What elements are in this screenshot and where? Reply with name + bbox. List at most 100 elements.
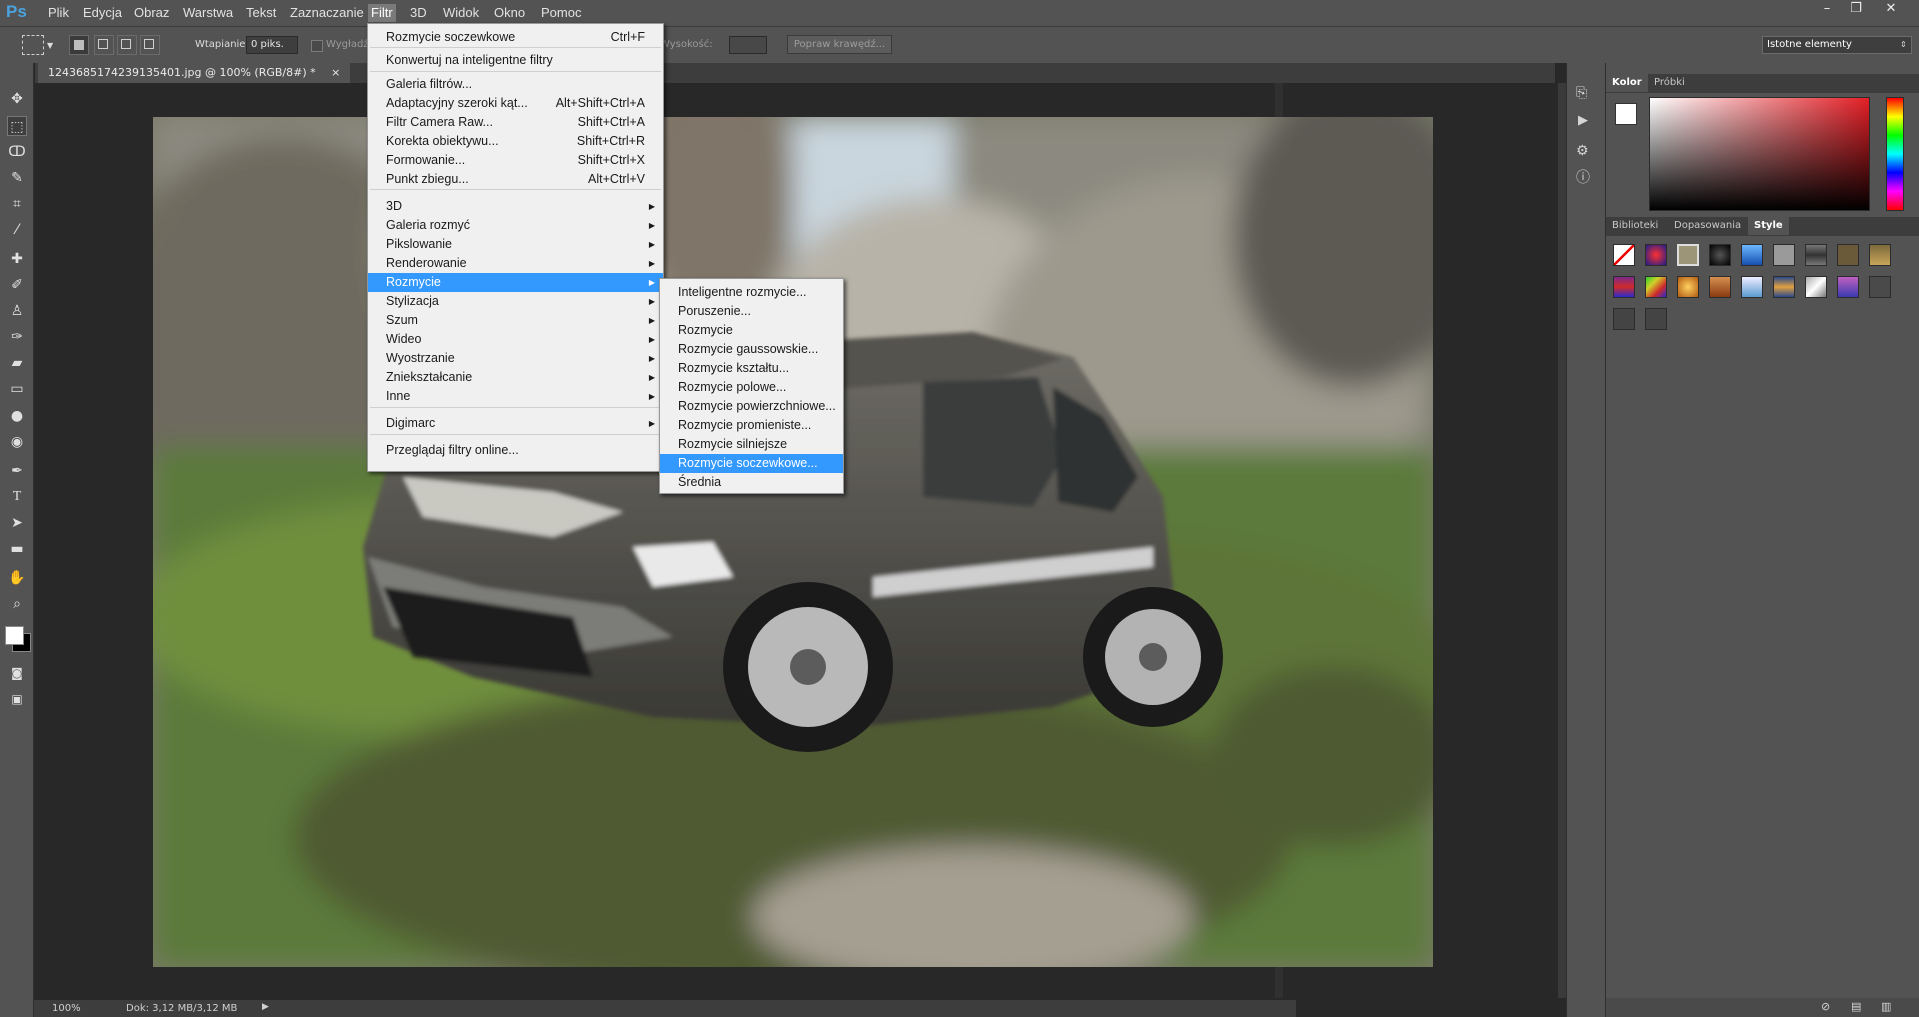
style-swatch[interactable] [1613, 244, 1635, 266]
workspace-select[interactable]: Istotne elementy [1762, 36, 1912, 54]
filter-menu-item[interactable]: Rozmycie ▶ [368, 273, 663, 292]
blur-menu-item[interactable]: Rozmycie promieniste... [660, 416, 843, 435]
style-swatch[interactable] [1645, 276, 1667, 298]
filter-menu-item[interactable]: Konwertuj na inteligentne filtry [368, 51, 663, 70]
move-tool-icon[interactable]: ✥ [7, 89, 27, 109]
filter-menu-item[interactable]: Szum ▶ [368, 311, 663, 330]
color-fg-swatch[interactable] [1615, 103, 1637, 125]
blur-menu-item[interactable]: Rozmycie silniejsze [660, 435, 843, 454]
eyedropper-tool-icon[interactable]: ⁄ [7, 220, 27, 240]
blur-menu-item[interactable]: Rozmycie [660, 321, 843, 340]
rectangle-tool-icon[interactable]: ▬ [7, 539, 27, 559]
brush-tool-icon[interactable]: ✐ [7, 275, 27, 295]
hue-slider[interactable] [1886, 97, 1904, 211]
style-swatch[interactable] [1741, 244, 1763, 266]
filter-menu-item[interactable]: Wideo ▶ [368, 330, 663, 349]
menu-file[interactable]: Plik [45, 4, 72, 22]
filter-menu-item[interactable]: Galeria rozmyć ▶ [368, 216, 663, 235]
actions-play-icon[interactable]: ▶ [1578, 113, 1588, 128]
style-swatch[interactable] [1837, 276, 1859, 298]
eraser-tool-icon[interactable]: ▰ [7, 353, 27, 373]
style-swatch[interactable] [1869, 244, 1891, 266]
blur-menu-item[interactable]: Rozmycie soczewkowe... [660, 454, 843, 473]
menu-3d[interactable]: 3D [407, 4, 430, 22]
history-brush-icon[interactable]: ✑ [7, 327, 27, 347]
style-swatch[interactable] [1837, 244, 1859, 266]
style-swatch[interactable] [1613, 308, 1635, 330]
crop-tool-icon[interactable]: ⌗ [7, 194, 27, 214]
feather-input[interactable]: 0 piks. [246, 36, 298, 54]
screen-mode-icon[interactable]: ▣ [7, 689, 27, 709]
blur-menu-item[interactable]: Poruszenie... [660, 302, 843, 321]
tab-color[interactable]: Kolor [1606, 74, 1648, 92]
dodge-tool-icon[interactable]: ◉ [7, 432, 27, 452]
menu-filter[interactable]: Filtr [368, 4, 396, 22]
menu-layer[interactable]: Warstwa [180, 4, 236, 22]
filter-menu-item[interactable]: Rozmycie soczewkowe Ctrl+F [368, 28, 663, 47]
filter-menu-item[interactable]: Zniekształcanie ▶ [368, 368, 663, 387]
zoom-tool-icon[interactable]: ⌕ [7, 594, 27, 614]
style-swatch[interactable] [1613, 276, 1635, 298]
pen-tool-icon[interactable]: ✒ [7, 461, 27, 481]
style-swatch[interactable] [1677, 244, 1699, 266]
menu-window[interactable]: Okno [491, 4, 528, 22]
style-swatch[interactable] [1709, 276, 1731, 298]
close-window-button[interactable]: ✕ [1877, 0, 1905, 18]
style-swatch[interactable] [1677, 276, 1699, 298]
filter-menu-item[interactable]: Formowanie... Shift+Ctrl+X [368, 151, 663, 170]
blur-menu-item[interactable]: Inteligentne rozmycie... [660, 283, 843, 302]
add-selection-icon[interactable] [94, 35, 114, 55]
style-swatch[interactable] [1805, 244, 1827, 266]
menu-help[interactable]: Pomoc [538, 4, 584, 22]
style-swatch[interactable] [1773, 276, 1795, 298]
filter-menu-item[interactable]: Filtr Camera Raw... Shift+Ctrl+A [368, 113, 663, 132]
menu-text[interactable]: Tekst [243, 4, 279, 22]
style-swatch[interactable] [1645, 244, 1667, 266]
color-field[interactable] [1649, 97, 1870, 211]
new-style-icon[interactable]: ▤ [1851, 1000, 1861, 1013]
tab-styles[interactable]: Style [1748, 217, 1789, 235]
filter-menu-item[interactable]: Wyostrzanie ▶ [368, 349, 663, 368]
minimize-button[interactable]: – [1813, 0, 1841, 18]
style-swatch[interactable] [1709, 244, 1731, 266]
subtract-selection-icon[interactable] [117, 35, 137, 55]
close-tab-icon[interactable]: × [331, 66, 340, 79]
height-input[interactable] [729, 36, 767, 54]
style-swatch[interactable] [1645, 308, 1667, 330]
intersect-selection-icon[interactable] [140, 35, 160, 55]
restore-button[interactable]: ❐ [1842, 0, 1870, 18]
tab-swatches[interactable]: Próbki [1648, 74, 1691, 92]
blur-menu-item[interactable]: Rozmycie gaussowskie... [660, 340, 843, 359]
refine-edge-button[interactable]: Popraw krawędź... [787, 35, 892, 54]
quick-select-tool-icon[interactable]: ✎ [7, 168, 27, 188]
filter-menu-item[interactable]: Stylizacja ▶ [368, 292, 663, 311]
antialias-checkbox[interactable] [311, 40, 323, 52]
lasso-tool-icon[interactable]: ↀ [7, 142, 27, 162]
marquee-tool-icon[interactable]: ⬚ [7, 116, 27, 136]
gradient-tool-icon[interactable]: ▭ [7, 379, 27, 399]
info-panel-icon[interactable]: ⓘ [1576, 167, 1590, 187]
blur-menu-item[interactable]: Średnia [660, 473, 843, 492]
menu-image[interactable]: Obraz [131, 4, 172, 22]
document-image[interactable] [153, 117, 1433, 967]
style-swatch[interactable] [1773, 244, 1795, 266]
status-menu-arrow-icon[interactable]: ▶ [262, 1002, 269, 1012]
tab-libraries[interactable]: Biblioteki [1606, 217, 1664, 235]
filter-menu-item[interactable]: Pikslowanie ▶ [368, 235, 663, 254]
hand-tool-icon[interactable]: ✋ [7, 568, 27, 588]
menu-edit[interactable]: Edycja [80, 4, 125, 22]
menu-select[interactable]: Zaznaczanie [287, 4, 367, 22]
tab-adjustments[interactable]: Dopasowania [1668, 217, 1747, 235]
document-tab[interactable]: 1243685174239135401.jpg @ 100% (RGB/8#) … [38, 63, 351, 83]
type-tool-icon[interactable]: T [7, 487, 27, 507]
blur-menu-item[interactable]: Rozmycie powierzchniowe... [660, 397, 843, 416]
filter-menu-item[interactable]: Renderowanie ▶ [368, 254, 663, 273]
filter-menu-item[interactable]: Inne ▶ [368, 387, 663, 406]
style-swatch[interactable] [1741, 276, 1763, 298]
filter-menu-item[interactable]: Adaptacyjny szeroki kąt... Alt+Shift+Ctrl… [368, 94, 663, 113]
zoom-level[interactable]: 100% [52, 1003, 81, 1014]
filter-menu-item[interactable]: Digimarc ▶ [368, 414, 663, 433]
properties-panel-icon[interactable]: ⚙ [1576, 143, 1589, 159]
marquee-tool-preset-icon[interactable] [22, 35, 44, 55]
new-selection-icon[interactable] [69, 35, 89, 55]
